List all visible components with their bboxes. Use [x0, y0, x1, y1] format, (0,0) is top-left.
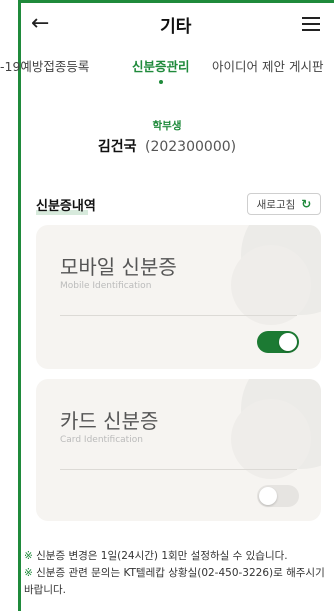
- page-title: 기타: [160, 16, 192, 37]
- arrow-left-icon[interactable]: ←: [31, 13, 49, 35]
- frame-border-left: [18, 0, 21, 611]
- section-title: 신분증내역: [36, 199, 96, 214]
- user-name: 김건국: [97, 139, 137, 155]
- active-tab-indicator: [159, 80, 163, 84]
- notice-mark: ※: [24, 567, 33, 579]
- tab-id-management[interactable]: 신분증관리: [132, 56, 190, 75]
- card-title: 모바일 신분증: [60, 255, 177, 279]
- toggle-knob: [259, 487, 277, 505]
- student-id: (202300000): [145, 139, 237, 155]
- hamburger-menu-icon[interactable]: [302, 17, 320, 31]
- header: ← 기타: [21, 3, 334, 45]
- user-role: 학부생: [152, 120, 182, 132]
- tab-bar: -19예방접종등록 신분증관리 아이디어 제안 게시판: [0, 50, 334, 86]
- card-id-card: 카드 신분증 Card Identification: [36, 379, 321, 521]
- card-subtitle: Mobile Identification: [60, 281, 152, 291]
- notice-text-2: 신분증 관련 문의는 KT텔레캅 상황실(02-450-3226)로 해주시기 …: [24, 567, 325, 596]
- app-frame: ← 기타 -19예방접종등록 신분증관리 아이디어 제안 게시판 학부생 김건국…: [0, 0, 334, 611]
- card-title: 카드 신분증: [60, 409, 159, 433]
- card-subtitle: Card Identification: [60, 435, 143, 445]
- card-decoration: [231, 245, 311, 325]
- refresh-icon: ↻: [301, 197, 312, 211]
- mobile-id-toggle[interactable]: [257, 331, 299, 353]
- refresh-button[interactable]: 새로고침 ↻: [247, 193, 321, 215]
- card-decoration: [231, 399, 311, 479]
- mobile-id-card: 모바일 신분증 Mobile Identification: [36, 225, 321, 369]
- tab-vaccination[interactable]: -19예방접종등록: [0, 56, 89, 75]
- tab-idea-board[interactable]: 아이디어 제안 게시판: [212, 56, 323, 75]
- card-id-toggle[interactable]: [257, 485, 299, 507]
- notice-text: ※ 신분증 변경은 1일(24시간) 1회만 설정하실 수 있습니다. ※ 신분…: [24, 548, 330, 599]
- notice-line: ※ 신분증 변경은 1일(24시간) 1회만 설정하실 수 있습니다.: [24, 548, 330, 565]
- notice-line: ※ 신분증 관련 문의는 KT텔레캅 상황실(02-450-3226)로 해주시…: [24, 565, 330, 599]
- notice-text-1: 신분증 변경은 1일(24시간) 1회만 설정하실 수 있습니다.: [32, 550, 288, 562]
- user-info: 김건국 (202300000): [0, 136, 334, 156]
- refresh-label: 새로고침: [256, 198, 296, 211]
- toggle-knob: [279, 333, 297, 351]
- notice-mark: ※: [24, 550, 33, 562]
- card-divider: [60, 315, 297, 316]
- card-divider: [60, 469, 297, 470]
